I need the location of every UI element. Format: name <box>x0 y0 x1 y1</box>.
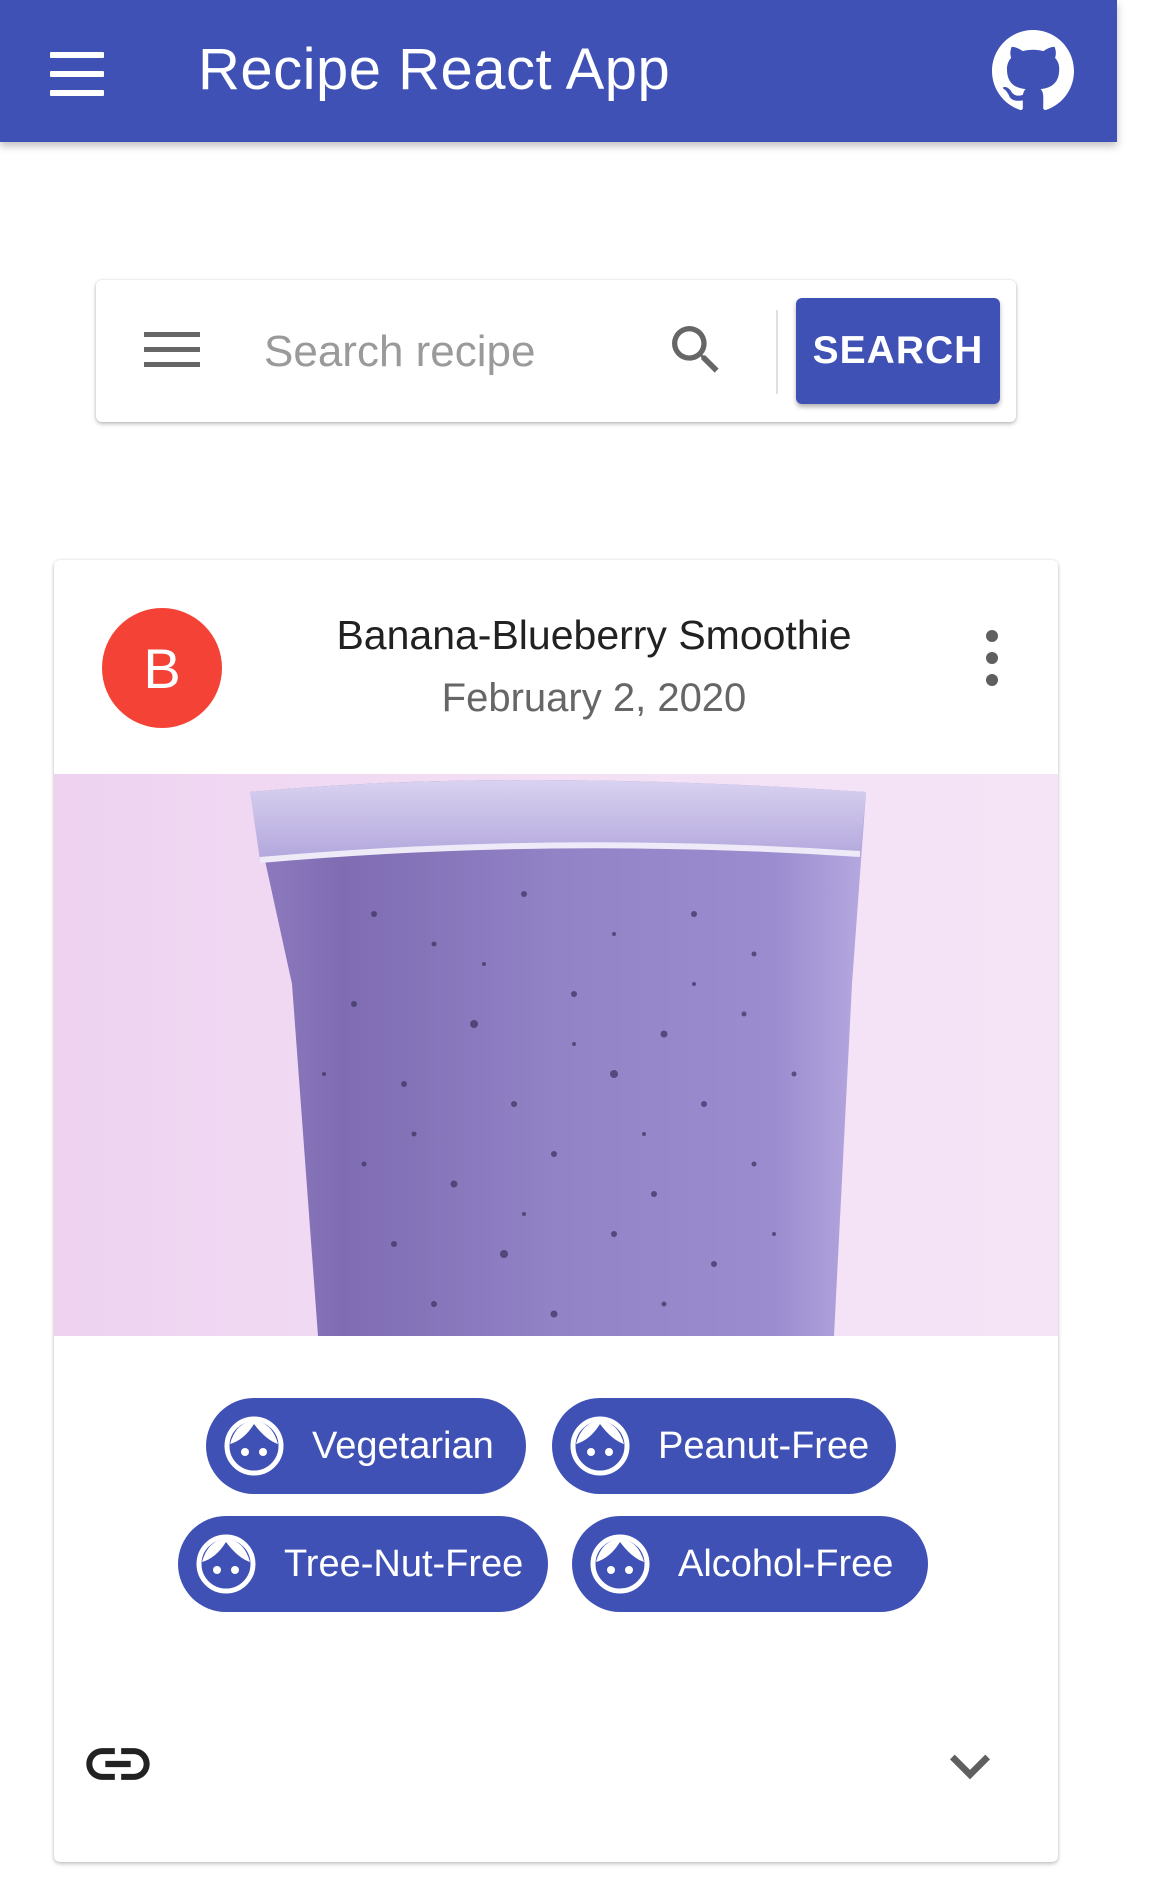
face-icon <box>196 1534 256 1594</box>
github-icon <box>992 30 1074 110</box>
search-button[interactable]: SEARCH <box>796 298 1000 404</box>
label-chip[interactable]: Alcohol-Free <box>572 1516 928 1612</box>
face-icon <box>590 1534 650 1594</box>
app-bar: Recipe React App <box>0 0 1117 142</box>
recipe-title: Banana-Blueberry Smoothie <box>336 612 852 658</box>
link-icon <box>86 1748 150 1780</box>
app-title: Recipe React App <box>198 37 671 102</box>
recipe-date: February 2, 2020 <box>441 676 747 720</box>
search-input[interactable] <box>262 316 726 388</box>
menu-button[interactable] <box>40 42 114 106</box>
search-icon-button[interactable] <box>664 318 728 382</box>
face-icon <box>224 1416 284 1476</box>
more-options-button[interactable] <box>974 626 1010 690</box>
label-text: Vegetarian <box>312 1424 494 1467</box>
avatar: B <box>102 608 222 728</box>
label-text: Tree-Nut-Free <box>284 1542 524 1585</box>
label-text: Alcohol-Free <box>678 1542 894 1585</box>
expand-more-icon <box>950 1754 990 1780</box>
link-button[interactable] <box>80 1726 156 1802</box>
search-bar: SEARCH <box>96 280 1016 422</box>
face-icon <box>570 1416 630 1476</box>
label-chip[interactable]: Vegetarian <box>206 1398 526 1494</box>
label-chip[interactable]: Tree-Nut-Free <box>178 1516 548 1612</box>
expand-button[interactable] <box>930 1726 1010 1806</box>
search-menu-button[interactable] <box>144 330 200 370</box>
menu-icon <box>144 332 200 367</box>
label-chip[interactable]: Peanut-Free <box>552 1398 896 1494</box>
menu-icon <box>50 52 104 96</box>
more-vert-icon <box>986 630 998 686</box>
recipe-image[interactable] <box>54 774 1058 1336</box>
recipe-card: B Banana-Blueberry Smoothie February 2, … <box>54 560 1058 1862</box>
page: Recipe React App SEARCH B Banana-Blueber… <box>0 0 1161 1902</box>
label-text: Peanut-Free <box>658 1424 870 1467</box>
github-link[interactable] <box>992 30 1074 112</box>
search-divider <box>776 310 778 394</box>
search-icon <box>672 326 719 373</box>
